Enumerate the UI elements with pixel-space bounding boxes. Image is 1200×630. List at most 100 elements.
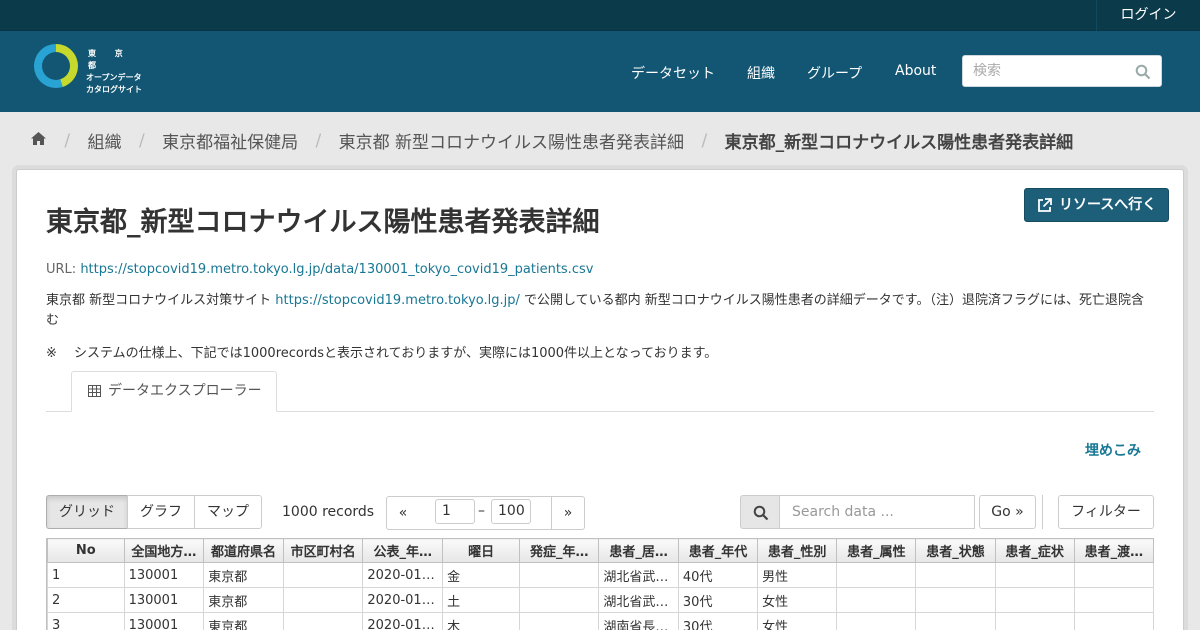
nav-about[interactable]: About (895, 63, 936, 79)
table-cell[interactable]: 3 (47, 612, 125, 630)
data-grid[interactable]: No 全国地方… 都道府県名 市区町村名 公表_年… 曜日 発症_年… 患者_居… 患者_年代患… (46, 538, 1154, 630)
embed-link[interactable]: 埋めこみ (1085, 440, 1141, 460)
table-cell[interactable]: 2 (47, 587, 125, 613)
table-cell[interactable] (994, 562, 1075, 588)
table-cell[interactable]: 東京都 (203, 562, 284, 588)
table-cell[interactable] (519, 587, 600, 613)
table-cell[interactable]: 2020-01… (362, 562, 444, 588)
table-row[interactable]: 2 130001 東京都 2020-01… 土 湖北省武… 30代 女性 (47, 587, 1154, 613)
column-header[interactable]: 患者_症状 (994, 538, 1075, 563)
table-cell[interactable]: 湖北省武… (598, 562, 679, 588)
table-cell[interactable] (836, 612, 917, 630)
breadcrumb-organizations[interactable]: 組織 (88, 128, 122, 153)
table-cell[interactable] (915, 562, 996, 588)
page-range-separator: – (478, 503, 485, 519)
table-cell[interactable] (1073, 612, 1154, 630)
column-header[interactable]: 曜日 (442, 538, 521, 563)
go-button[interactable]: Go » (979, 495, 1036, 529)
column-header[interactable]: 患者_渡… (1073, 538, 1154, 563)
table-cell[interactable] (994, 612, 1075, 630)
column-header[interactable]: 発症_年… (519, 538, 600, 563)
masthead: 東 京 都 オープンデータ カタログサイト データセット 組織 グループ Abo… (0, 31, 1200, 112)
column-header[interactable]: 市区町村名 (282, 538, 364, 563)
column-header[interactable]: 患者_属性 (836, 538, 917, 563)
data-search-button[interactable] (740, 495, 780, 529)
page-from-input[interactable]: 1 (435, 499, 475, 524)
column-header[interactable]: 患者_年代 (677, 538, 759, 563)
column-header[interactable]: 全国地方… (123, 538, 205, 563)
table-cell[interactable]: 130001 (123, 612, 205, 630)
toolbar-divider (1042, 495, 1043, 529)
prev-page-button[interactable]: « (386, 496, 420, 530)
breadcrumb: / 組織 / 東京都福祉保健局 / 東京都 新型コロナウイルス陽性患者発表詳細 … (30, 128, 1073, 153)
table-cell[interactable]: 女性 (757, 587, 838, 613)
table-cell[interactable] (1073, 562, 1154, 588)
table-cell[interactable]: 女性 (757, 612, 838, 630)
data-search-input[interactable] (780, 496, 960, 528)
next-page-button[interactable]: » (551, 496, 585, 530)
table-cell[interactable]: 30代 (677, 587, 759, 613)
table-cell[interactable] (282, 562, 364, 588)
table-cell[interactable]: 東京都 (203, 587, 284, 613)
home-icon[interactable] (30, 131, 47, 151)
logo-line-3: カタログサイト (86, 85, 142, 94)
resource-note: ※ システムの仕様上、下記では1000recordsと表示されておりますが、実際に… (46, 346, 718, 361)
table-cell[interactable]: 30代 (677, 612, 759, 630)
logo-ring-icon (34, 44, 78, 88)
table-cell[interactable]: 東京都 (203, 612, 284, 630)
table-cell[interactable] (282, 612, 364, 630)
logo-line-1: 東 京 都 (88, 49, 131, 70)
table-cell[interactable]: 湖南省長… (598, 612, 679, 630)
table-cell[interactable]: 金 (442, 562, 521, 588)
table-cell[interactable]: 130001 (123, 587, 205, 613)
table-cell[interactable]: 男性 (757, 562, 838, 588)
go-to-resource-button[interactable]: リソースへ行く (1024, 188, 1169, 222)
table-cell[interactable]: 木 (442, 612, 521, 630)
table-row[interactable]: 3 130001 東京都 2020-01… 木 湖南省長… 30代 女性 (47, 612, 1154, 630)
table-cell[interactable]: 湖北省武… (598, 587, 679, 613)
view-map-button[interactable]: マップ (194, 495, 262, 529)
view-grid-button[interactable]: グリッド (46, 495, 128, 529)
table-cell[interactable]: 2020-01… (362, 612, 444, 630)
site-search-input[interactable] (963, 56, 1123, 86)
column-header[interactable]: 患者_状態 (915, 538, 996, 563)
search-icon (753, 505, 769, 521)
column-header[interactable]: 公表_年… (362, 538, 444, 563)
column-header[interactable]: 都道府県名 (203, 538, 284, 563)
resource-url-link[interactable]: https://stopcovid19.metro.tokyo.lg.jp/da… (80, 262, 593, 277)
table-cell[interactable] (994, 587, 1075, 613)
table-icon (88, 385, 101, 397)
table-cell[interactable] (519, 562, 600, 588)
table-cell[interactable] (1073, 587, 1154, 613)
table-cell[interactable] (519, 612, 600, 630)
table-cell[interactable]: 40代 (677, 562, 759, 588)
external-link-icon (1038, 198, 1052, 212)
table-cell[interactable]: 土 (442, 587, 521, 613)
login-link[interactable]: ログイン (1096, 0, 1200, 31)
column-header[interactable]: 患者_性別 (757, 538, 838, 563)
table-cell[interactable] (282, 587, 364, 613)
nav-datasets[interactable]: データセット (631, 63, 715, 83)
page-to-input[interactable]: 100 (491, 499, 531, 524)
column-header[interactable]: No (47, 538, 125, 563)
breadcrumb-dataset[interactable]: 東京都 新型コロナウイルス陽性患者発表詳細 (339, 128, 684, 153)
breadcrumb-organization[interactable]: 東京都福祉保健局 (162, 128, 298, 153)
column-header[interactable]: 患者_居… (598, 538, 679, 563)
search-icon[interactable] (1135, 64, 1151, 80)
table-row[interactable]: 1 130001 東京都 2020-01… 金 湖北省武… 40代 男性 (47, 562, 1154, 588)
tab-data-explorer[interactable]: データエクスプローラー (71, 371, 277, 412)
view-graph-button[interactable]: グラフ (127, 495, 195, 529)
description-link[interactable]: https://stopcovid19.metro.tokyo.lg.jp/ (275, 293, 520, 308)
table-cell[interactable]: 2020-01… (362, 587, 444, 613)
table-cell[interactable] (915, 587, 996, 613)
table-cell[interactable]: 1 (47, 562, 125, 588)
filter-button[interactable]: フィルター (1058, 495, 1154, 529)
breadcrumb-resource[interactable]: 東京都_新型コロナウイルス陽性患者発表詳細 (725, 128, 1074, 153)
table-cell[interactable] (915, 612, 996, 630)
table-cell[interactable] (836, 562, 917, 588)
table-cell[interactable]: 130001 (123, 562, 205, 588)
nav-groups[interactable]: グループ (807, 63, 862, 83)
page-title: 東京都_新型コロナウイルス陽性患者発表詳細 (46, 207, 600, 238)
nav-organizations[interactable]: 組織 (747, 63, 775, 83)
table-cell[interactable] (836, 587, 917, 613)
